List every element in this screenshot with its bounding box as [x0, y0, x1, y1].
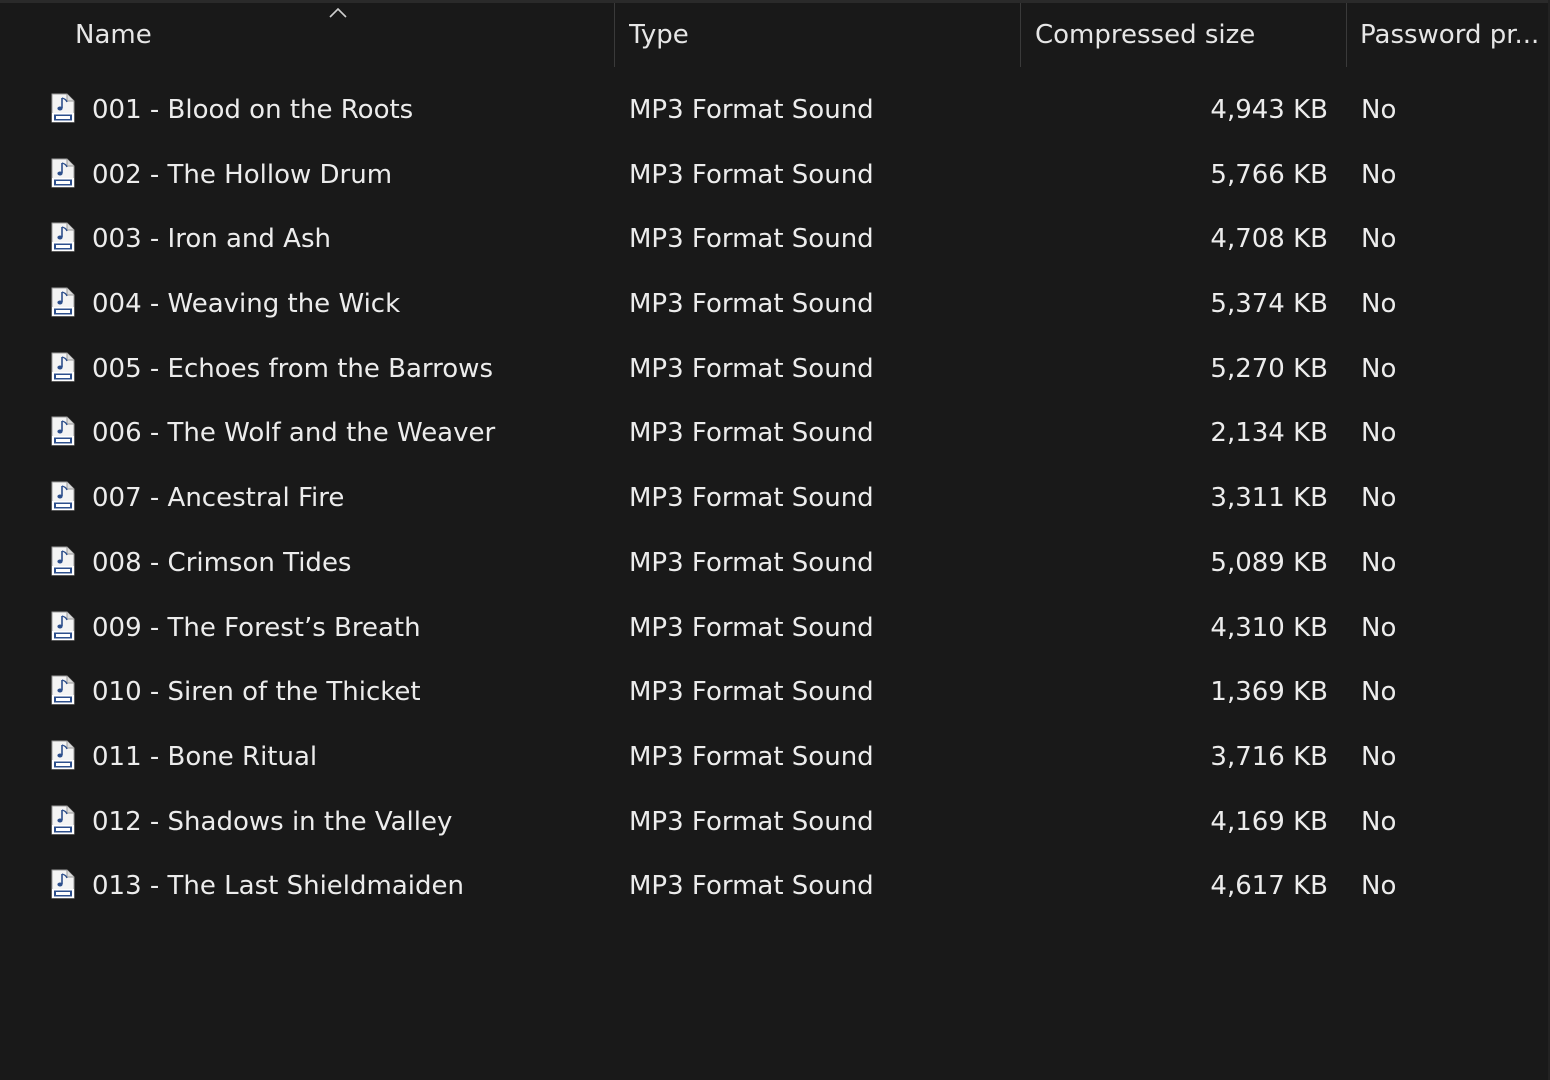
column-header-password-protected[interactable]: Password pr...	[1360, 3, 1540, 67]
file-compressed-size: 5,270 KB	[1210, 353, 1328, 384]
file-type: MP3 Format Sound	[629, 871, 874, 902]
file-type: MP3 Format Sound	[629, 741, 874, 772]
file-name: 009 - The Forest’s Breath	[92, 612, 421, 643]
column-header-type[interactable]: Type	[629, 3, 1014, 67]
file-row[interactable]: 005 - Echoes from the Barrows MP3 Format…	[0, 337, 1550, 402]
mp3-file-icon	[51, 222, 75, 252]
file-row[interactable]: 012 - Shadows in the Valley MP3 Format S…	[0, 790, 1550, 855]
file-type: MP3 Format Sound	[629, 547, 874, 578]
file-type: MP3 Format Sound	[629, 806, 874, 837]
file-compressed-size: 4,169 KB	[1210, 806, 1328, 837]
archive-file-list: Name Type Compressed size Password pr...…	[0, 0, 1550, 1080]
file-name: 006 - The Wolf and the Weaver	[92, 418, 496, 449]
file-password-protected: No	[1361, 741, 1397, 772]
file-rows: 001 - Blood on the Roots MP3 Format Soun…	[0, 78, 1550, 919]
file-password-protected: No	[1361, 483, 1397, 514]
mp3-file-icon	[51, 158, 75, 188]
file-compressed-size: 4,310 KB	[1210, 612, 1328, 643]
file-compressed-size: 3,311 KB	[1210, 483, 1328, 514]
column-divider-type-size[interactable]	[1020, 3, 1021, 67]
file-password-protected: No	[1361, 612, 1397, 643]
file-password-protected: No	[1361, 159, 1397, 190]
file-name: 003 - Iron and Ash	[92, 224, 331, 255]
mp3-file-icon	[51, 546, 75, 576]
file-type: MP3 Format Sound	[629, 483, 874, 514]
mp3-file-icon	[51, 805, 75, 835]
mp3-file-icon	[51, 869, 75, 899]
mp3-file-icon	[51, 352, 75, 382]
file-type: MP3 Format Sound	[629, 224, 874, 255]
file-compressed-size: 4,617 KB	[1210, 871, 1328, 902]
file-name: 012 - Shadows in the Valley	[92, 806, 453, 837]
file-name: 010 - Siren of the Thicket	[92, 677, 421, 708]
file-row[interactable]: 007 - Ancestral Fire MP3 Format Sound 3,…	[0, 466, 1550, 531]
file-type: MP3 Format Sound	[629, 677, 874, 708]
column-header-name[interactable]: Name	[75, 3, 610, 67]
mp3-file-icon	[51, 481, 75, 511]
file-password-protected: No	[1361, 871, 1397, 902]
file-name: 001 - Blood on the Roots	[92, 95, 414, 125]
mp3-file-icon	[51, 93, 75, 123]
file-row[interactable]: 013 - The Last Shieldmaiden MP3 Format S…	[0, 854, 1550, 919]
mp3-file-icon	[51, 740, 75, 770]
file-name: 013 - The Last Shieldmaiden	[92, 871, 464, 902]
file-row[interactable]: 002 - The Hollow Drum MP3 Format Sound 5…	[0, 143, 1550, 208]
column-divider-size-password[interactable]	[1346, 3, 1347, 67]
mp3-file-icon	[51, 416, 75, 446]
column-divider-name-type[interactable]	[614, 3, 615, 67]
file-password-protected: No	[1361, 224, 1397, 255]
file-name: 002 - The Hollow Drum	[92, 159, 393, 190]
file-name: 005 - Echoes from the Barrows	[92, 353, 493, 384]
file-row[interactable]: 011 - Bone Ritual MP3 Format Sound 3,716…	[0, 725, 1550, 790]
file-name: 011 - Bone Ritual	[92, 741, 318, 772]
file-password-protected: No	[1361, 95, 1397, 125]
file-type: MP3 Format Sound	[629, 418, 874, 449]
file-compressed-size: 4,708 KB	[1210, 224, 1328, 255]
file-name: 008 - Crimson Tides	[92, 547, 352, 578]
file-compressed-size: 5,766 KB	[1210, 159, 1328, 190]
file-row[interactable]: 003 - Iron and Ash MP3 Format Sound 4,70…	[0, 207, 1550, 272]
file-type: MP3 Format Sound	[629, 159, 874, 190]
file-row[interactable]: 010 - Siren of the Thicket MP3 Format So…	[0, 660, 1550, 725]
file-compressed-size: 1,369 KB	[1210, 677, 1328, 708]
file-password-protected: No	[1361, 806, 1397, 837]
file-compressed-size: 3,716 KB	[1210, 741, 1328, 772]
mp3-file-icon	[51, 675, 75, 705]
file-type: MP3 Format Sound	[629, 353, 874, 384]
mp3-file-icon	[51, 287, 75, 317]
file-row[interactable]: 009 - The Forest’s Breath MP3 Format Sou…	[0, 596, 1550, 661]
file-password-protected: No	[1361, 547, 1397, 578]
file-row[interactable]: 001 - Blood on the Roots MP3 Format Soun…	[0, 78, 1550, 143]
file-row[interactable]: 008 - Crimson Tides MP3 Format Sound 5,0…	[0, 531, 1550, 596]
file-password-protected: No	[1361, 677, 1397, 708]
column-header-bar: Name Type Compressed size Password pr...	[0, 3, 1550, 67]
file-type: MP3 Format Sound	[629, 95, 874, 125]
file-name: 007 - Ancestral Fire	[92, 483, 345, 514]
file-compressed-size: 5,089 KB	[1210, 547, 1328, 578]
file-type: MP3 Format Sound	[629, 612, 874, 643]
file-password-protected: No	[1361, 418, 1397, 449]
file-compressed-size: 4,943 KB	[1210, 95, 1328, 125]
file-compressed-size: 5,374 KB	[1210, 289, 1328, 320]
file-type: MP3 Format Sound	[629, 289, 874, 320]
file-name: 004 - Weaving the Wick	[92, 289, 401, 320]
file-password-protected: No	[1361, 353, 1397, 384]
file-row[interactable]: 006 - The Wolf and the Weaver MP3 Format…	[0, 401, 1550, 466]
mp3-file-icon	[51, 611, 75, 640]
file-password-protected: No	[1361, 289, 1397, 320]
file-row[interactable]: 004 - Weaving the Wick MP3 Format Sound …	[0, 272, 1550, 337]
column-header-compressed-size[interactable]: Compressed size	[1035, 3, 1340, 67]
file-compressed-size: 2,134 KB	[1210, 418, 1328, 449]
